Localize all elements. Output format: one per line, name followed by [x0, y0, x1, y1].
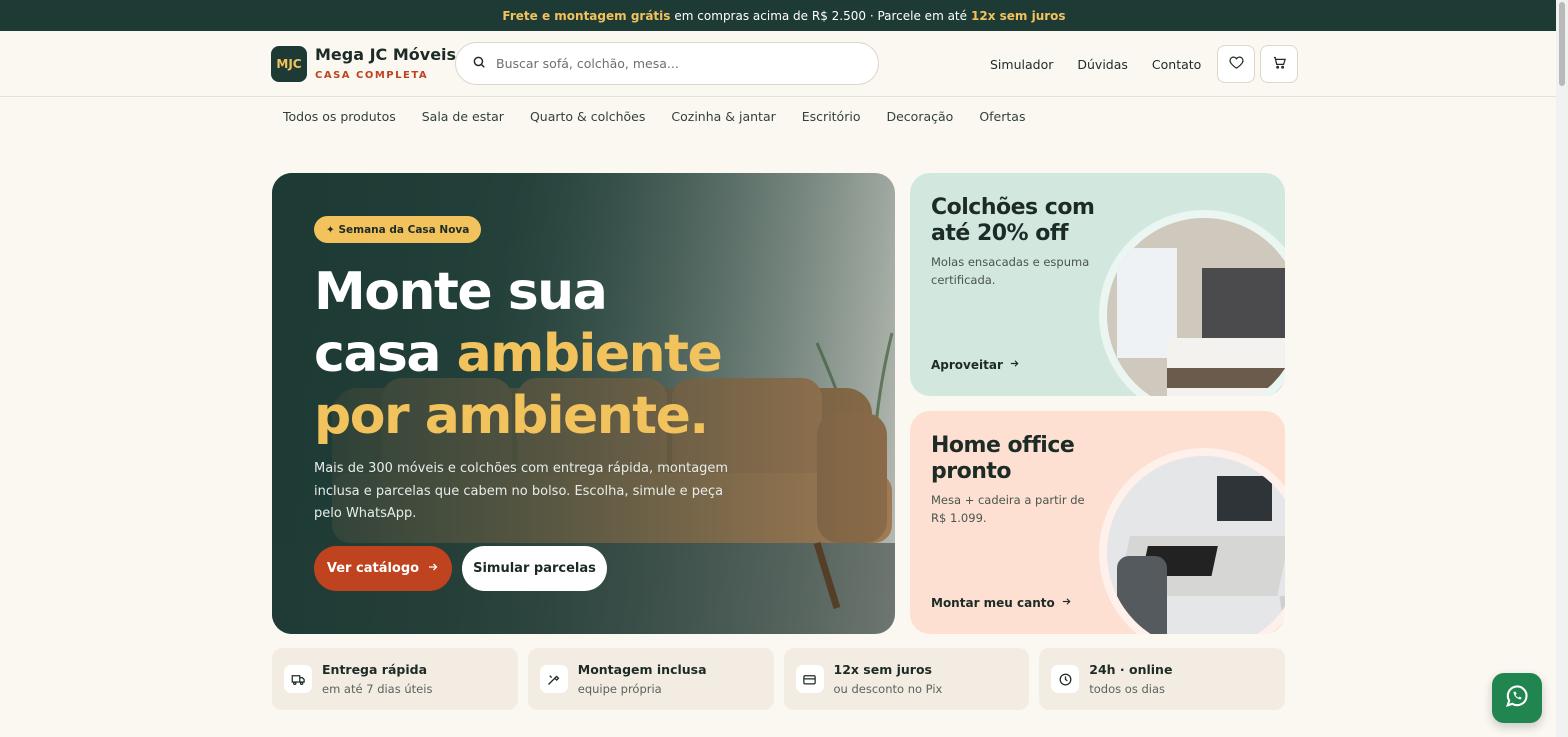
search-bar[interactable]: [455, 42, 879, 85]
logo[interactable]: MJC: [271, 45, 307, 82]
arrow-right-icon: [427, 561, 439, 577]
category-ofertas[interactable]: Ofertas: [979, 109, 1025, 124]
promo-text-home-office: Mesa + cadeira a partir de R$ 1.099.: [931, 493, 1085, 525]
hero-title-line1: Monte sua: [314, 262, 608, 322]
feature-subtitle: todos os dias: [1089, 682, 1165, 696]
nav-link-duvidas[interactable]: Dúvidas: [1077, 57, 1128, 72]
brand-name: Mega JC Móveis: [315, 44, 457, 64]
category-todos[interactable]: Todos os produtos: [283, 109, 396, 124]
feature-subtitle: em até 7 dias úteis: [322, 682, 433, 696]
scrollbar-thumb[interactable]: [1559, 2, 1565, 86]
heart-icon: [1229, 55, 1244, 74]
category-quarto[interactable]: Quarto & colchões: [530, 109, 645, 124]
feature-subtitle: ou desconto no Pix: [833, 682, 943, 696]
promo-badge: ✦ Semana da Casa Nova: [314, 216, 482, 243]
features-strip: Entrega rápida em até 7 dias úteis Monta…: [272, 648, 1285, 710]
category-cozinha[interactable]: Cozinha & jantar: [671, 109, 775, 124]
announcement-highlight-shipping: Frete e montagem grátis: [502, 8, 671, 23]
promo-cta-label: Aproveitar: [931, 358, 1003, 372]
view-catalog-button[interactable]: Ver catálogo: [314, 546, 452, 591]
favorites-button[interactable]: [1217, 45, 1256, 83]
feature-title: 24h · online: [1089, 662, 1173, 677]
announcement-text: em compras acima de R$ 2.500 · Parcele e…: [674, 8, 968, 23]
search-input[interactable]: [496, 56, 836, 71]
hero-title-line2b: ambiente: [456, 324, 723, 384]
promo-cta-home-office[interactable]: Montar meu canto: [931, 596, 1072, 610]
tools-icon: [539, 665, 568, 693]
bedroom-image: [1099, 210, 1285, 396]
promo-cta-mattresses[interactable]: Aproveitar: [931, 358, 1020, 372]
category-nav: Todos os produtos Sala de estar Quarto &…: [0, 97, 1568, 135]
nav-link-simulador[interactable]: Simulador: [990, 57, 1053, 72]
page-scrollbar[interactable]: [1556, 0, 1568, 737]
whatsapp-icon: [1503, 682, 1531, 714]
brand[interactable]: Mega JC Móveis CASA COMPLETA: [315, 44, 457, 81]
feature-title: Montagem inclusa: [577, 662, 707, 677]
feature-subtitle: equipe própria: [577, 682, 662, 696]
announcement-highlight-installments: 12x sem juros: [971, 8, 1066, 23]
whatsapp-button[interactable]: [1492, 673, 1542, 723]
feature-online: 24h · online todos os dias: [1039, 648, 1285, 710]
office-image: [1099, 448, 1285, 634]
arrow-right-icon: [1061, 596, 1072, 610]
header-nav: Simulador Dúvidas Contato: [990, 31, 1299, 97]
promo-text-mattresses: Molas ensacadas e espuma certificada.: [931, 255, 1090, 287]
hero-description: Mais de 300 móveis e colchões com entreg…: [314, 461, 729, 521]
hero-banner: ✦ Semana da Casa Nova Monte sua casa amb…: [272, 173, 895, 634]
promo-title-mattresses: Colchões com até 20% off: [931, 195, 1095, 246]
feature-assembly: Montagem inclusa equipe própria: [527, 648, 774, 710]
promo-title-home-office: Home office pronto: [931, 433, 1075, 484]
promo-card-home-office[interactable]: Home office pronto Mesa + cadeira a part…: [910, 411, 1285, 634]
clock-icon: [1051, 665, 1080, 693]
feature-title: 12x sem juros: [833, 662, 932, 677]
nav-link-contato[interactable]: Contato: [1152, 57, 1201, 72]
view-catalog-label: Ver catálogo: [326, 561, 420, 576]
category-escritorio[interactable]: Escritório: [802, 109, 861, 124]
announcement-bar: Frete e montagem grátis em compras acima…: [0, 0, 1568, 31]
arrow-right-icon: [1009, 358, 1020, 372]
cart-icon: [1272, 55, 1287, 74]
search-icon: [472, 54, 486, 73]
hero-title-line3: por ambiente.: [314, 386, 709, 446]
feature-title: Entrega rápida: [322, 662, 428, 677]
site-header: MJC Mega JC Móveis CASA COMPLETA Simulad…: [0, 31, 1568, 97]
category-sala[interactable]: Sala de estar: [422, 109, 504, 124]
truck-icon: [284, 665, 312, 693]
hero-title-line2a: casa: [314, 324, 457, 384]
simulate-installments-button[interactable]: Simular parcelas: [462, 546, 607, 591]
feature-delivery: Entrega rápida em até 7 dias úteis: [272, 648, 518, 710]
promo-card-mattresses[interactable]: Colchões com até 20% off Molas ensacadas…: [910, 173, 1285, 396]
cart-button[interactable]: [1260, 45, 1299, 83]
brand-tagline: CASA COMPLETA: [315, 69, 429, 81]
promo-cta-label: Montar meu canto: [931, 596, 1055, 610]
hero-title: Monte sua casa ambiente por ambiente.: [314, 261, 814, 447]
feature-installments: 12x sem juros ou desconto no Pix: [783, 648, 1030, 710]
card-icon: [795, 665, 824, 693]
category-decoracao[interactable]: Decoração: [886, 109, 953, 124]
